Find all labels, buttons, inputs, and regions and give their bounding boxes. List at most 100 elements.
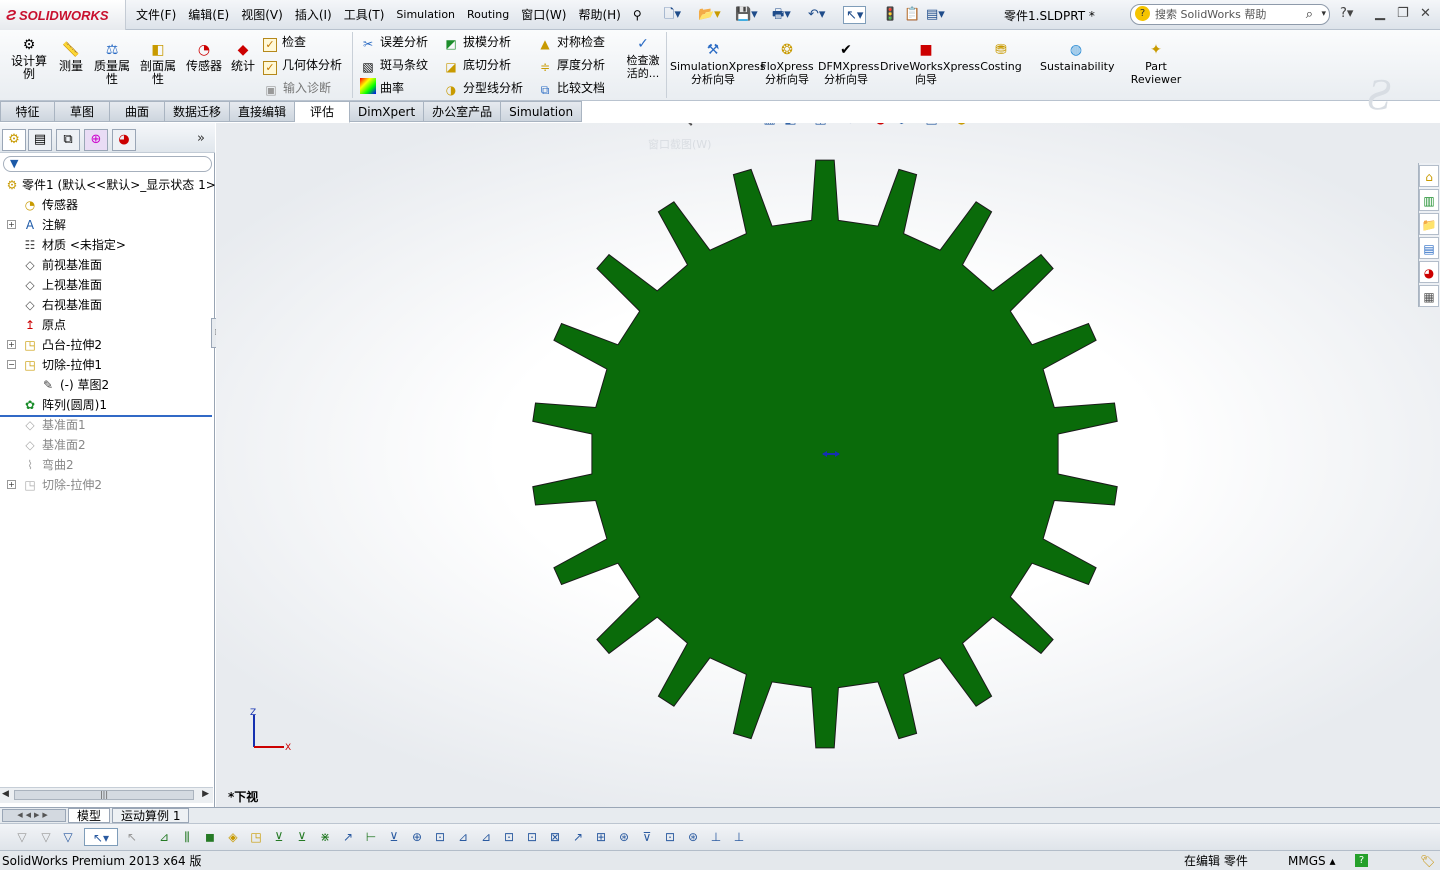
menu-edit[interactable]: 编辑(E): [182, 0, 235, 30]
deviation-analysis-button[interactable]: ✂ 误差分析: [360, 32, 428, 52]
menu-routing[interactable]: Routing: [461, 0, 515, 30]
view-settings-icon[interactable]: ▤: [921, 123, 942, 127]
filter-surfaces-icon[interactable]: ◈: [223, 828, 243, 846]
tab-office-products[interactable]: 办公室产品: [424, 101, 502, 122]
filter-weld-symbols-icon[interactable]: ⊠: [545, 828, 565, 846]
chevron-down-icon[interactable]: ▾: [831, 123, 840, 124]
check-active-button[interactable]: ✓ 检查激活的...: [622, 36, 664, 80]
scroll-thumb[interactable]: |||: [14, 790, 194, 800]
rollback-bar[interactable]: [0, 415, 212, 417]
tab-dimxpert[interactable]: DimXpert: [350, 101, 425, 122]
filter-sketch-segments-icon[interactable]: ↗: [338, 828, 358, 846]
statistics-button[interactable]: ◆ 统计: [229, 42, 257, 73]
solidworks-logo[interactable]: Ƨ SOLIDWORKS: [0, 0, 126, 30]
filter-faces-icon[interactable]: ◼: [200, 828, 220, 846]
tab-model[interactable]: 模型: [68, 808, 111, 823]
curvature-button[interactable]: 曲率: [360, 78, 404, 98]
view-orientation-icon[interactable]: ▥: [759, 123, 780, 127]
menu-tools[interactable]: 工具(T): [338, 0, 391, 30]
collapse-icon[interactable]: −: [7, 360, 16, 369]
thickness-analysis-button[interactable]: ≑ 厚度分析: [537, 55, 605, 75]
filter-solid-bodies-icon[interactable]: ◳: [246, 828, 266, 846]
design-study-button[interactable]: ⚙ 设计算例: [8, 37, 50, 81]
filter-surface-finish-icon[interactable]: ⊿: [453, 828, 473, 846]
clear-filters-icon[interactable]: ↖: [122, 828, 142, 846]
filter-datum-features-icon[interactable]: ⊡: [522, 828, 542, 846]
tab-motion-study[interactable]: 运动算例 1: [112, 808, 190, 823]
panel-horizontal-scrollbar[interactable]: ◀ ||| ▶: [0, 787, 213, 803]
simulationxpress-button[interactable]: ⚒ SimulationXpress 分析向导: [670, 42, 766, 86]
select-icon[interactable]: ↖▾: [843, 6, 867, 24]
tab-sketch[interactable]: 草图: [55, 101, 110, 122]
file-explorer-icon[interactable]: 📁: [1419, 213, 1439, 235]
driveworksxpress-button[interactable]: ■ DriveWorksXpress 向导: [880, 42, 980, 86]
filter-blocks-icon[interactable]: ⊛: [614, 828, 634, 846]
expand-panel-icon[interactable]: »: [197, 131, 205, 146]
file-properties-icon[interactable]: 📋: [904, 6, 920, 24]
tree-node[interactable]: ☷ 材质 <未指定>: [0, 235, 215, 255]
view-palette-icon[interactable]: ▤: [1419, 237, 1439, 259]
filter-centerline-icon[interactable]: ⊕: [407, 828, 427, 846]
unit-system[interactable]: MMGS ▴: [1288, 851, 1335, 870]
zebra-stripes-button[interactable]: ▧ 斑马条纹: [360, 55, 428, 75]
expand-icon[interactable]: +: [7, 340, 16, 349]
tree-node[interactable]: ◇ 前视基准面: [0, 255, 215, 275]
tree-node[interactable]: ◇ 上视基准面: [0, 275, 215, 295]
filter-planes-icon[interactable]: ⊻: [292, 828, 312, 846]
tree-node[interactable]: ↥ 原点: [0, 315, 215, 335]
filter-routing-points-icon[interactable]: ⊛: [683, 828, 703, 846]
realview-icon[interactable]: ●: [951, 123, 972, 127]
filter-toggle-icon[interactable]: ▽: [12, 828, 32, 846]
compare-documents-button[interactable]: ⧉ 比较文档: [537, 78, 605, 98]
tree-node[interactable]: ✎ (-) 草图2: [0, 375, 215, 395]
tab-navigation-arrows[interactable]: ◀◀▶▶: [2, 809, 66, 822]
pin-icon[interactable]: ⚲: [627, 0, 648, 30]
quick-tips-icon[interactable]: ?: [1355, 854, 1368, 867]
part-reviewer-button[interactable]: ✦ Part Reviewer: [1128, 42, 1184, 86]
tab-direct-editing[interactable]: 直接编辑: [230, 101, 296, 122]
apply-scene-icon[interactable]: ⬢: [891, 123, 912, 127]
chevron-down-icon[interactable]: ▾: [861, 123, 870, 124]
options-icon[interactable]: ▤▾: [926, 6, 945, 24]
edit-appearance-icon[interactable]: ⊛: [840, 123, 861, 127]
tree-node[interactable]: ⚙ 零件1 (默认<<默认>_显示状态 1>): [0, 175, 221, 195]
chevron-down-icon[interactable]: ▾: [1321, 5, 1326, 24]
configurationmanager-tab-icon[interactable]: ⧉: [56, 129, 80, 151]
previous-view-icon[interactable]: ↶: [696, 123, 717, 127]
draft-analysis-button[interactable]: ◩ 拔模分析: [443, 32, 511, 52]
filter-center-marks-icon[interactable]: ⊻: [384, 828, 404, 846]
parting-line-analysis-button[interactable]: ◑ 分型线分析: [443, 78, 523, 98]
section-view-icon[interactable]: ⊥: [717, 123, 738, 127]
chevron-down-icon[interactable]: ▾: [801, 123, 810, 124]
featuremanager-tab-icon[interactable]: ⚙: [2, 129, 26, 151]
custom-properties-icon[interactable]: ▦: [1419, 285, 1439, 307]
gear-model[interactable]: [216, 123, 1440, 807]
filter-midpoints-icon[interactable]: ⊢: [361, 828, 381, 846]
dfmxpress-button[interactable]: ✔ DFMXpress 分析向导: [818, 42, 879, 86]
help-search-input[interactable]: ? 搜索 SolidWorks 帮助 ⌕ ▾: [1130, 4, 1330, 25]
menu-file[interactable]: 文件(F): [130, 0, 182, 30]
restore-icon[interactable]: ❐: [1397, 6, 1409, 22]
expand-icon[interactable]: +: [7, 480, 16, 489]
display-style-icon[interactable]: ◧: [780, 123, 801, 127]
chevron-down-icon[interactable]: ▾: [912, 123, 921, 124]
check-button[interactable]: ✓ 检查: [263, 32, 306, 52]
tree-node[interactable]: ◇ 右视基准面: [0, 295, 215, 315]
search-icon[interactable]: ⌕: [1306, 5, 1313, 24]
tree-filter-input[interactable]: ▼: [3, 156, 212, 172]
tree-node[interactable]: ◔ 传感器: [0, 195, 215, 215]
tab-data-migration[interactable]: 数据迁移: [165, 101, 231, 122]
propertymanager-tab-icon[interactable]: ▤: [28, 129, 52, 151]
help-menu-icon[interactable]: ?▾: [1340, 6, 1353, 22]
chevron-down-icon[interactable]: ▾: [942, 123, 951, 124]
filter-dowel-pin-icon[interactable]: ⊽: [637, 828, 657, 846]
floxpress-button[interactable]: ❂ FloXpress 分析向导: [760, 42, 814, 86]
filter-sketch-points-icon[interactable]: ⋇: [315, 828, 335, 846]
undo-icon[interactable]: ↶▾: [808, 6, 825, 24]
sustainability-button[interactable]: ◍ Sustainability: [1040, 42, 1114, 73]
rebuild-icon[interactable]: 🚦: [882, 6, 898, 24]
filter-vertices-icon[interactable]: ⊿: [154, 828, 174, 846]
tree-node[interactable]: + ◳ 凸台-拉伸2: [0, 335, 215, 355]
import-diagnostics-button[interactable]: ▣ 输入诊断: [263, 78, 331, 98]
save-icon[interactable]: 💾▾: [735, 6, 758, 24]
